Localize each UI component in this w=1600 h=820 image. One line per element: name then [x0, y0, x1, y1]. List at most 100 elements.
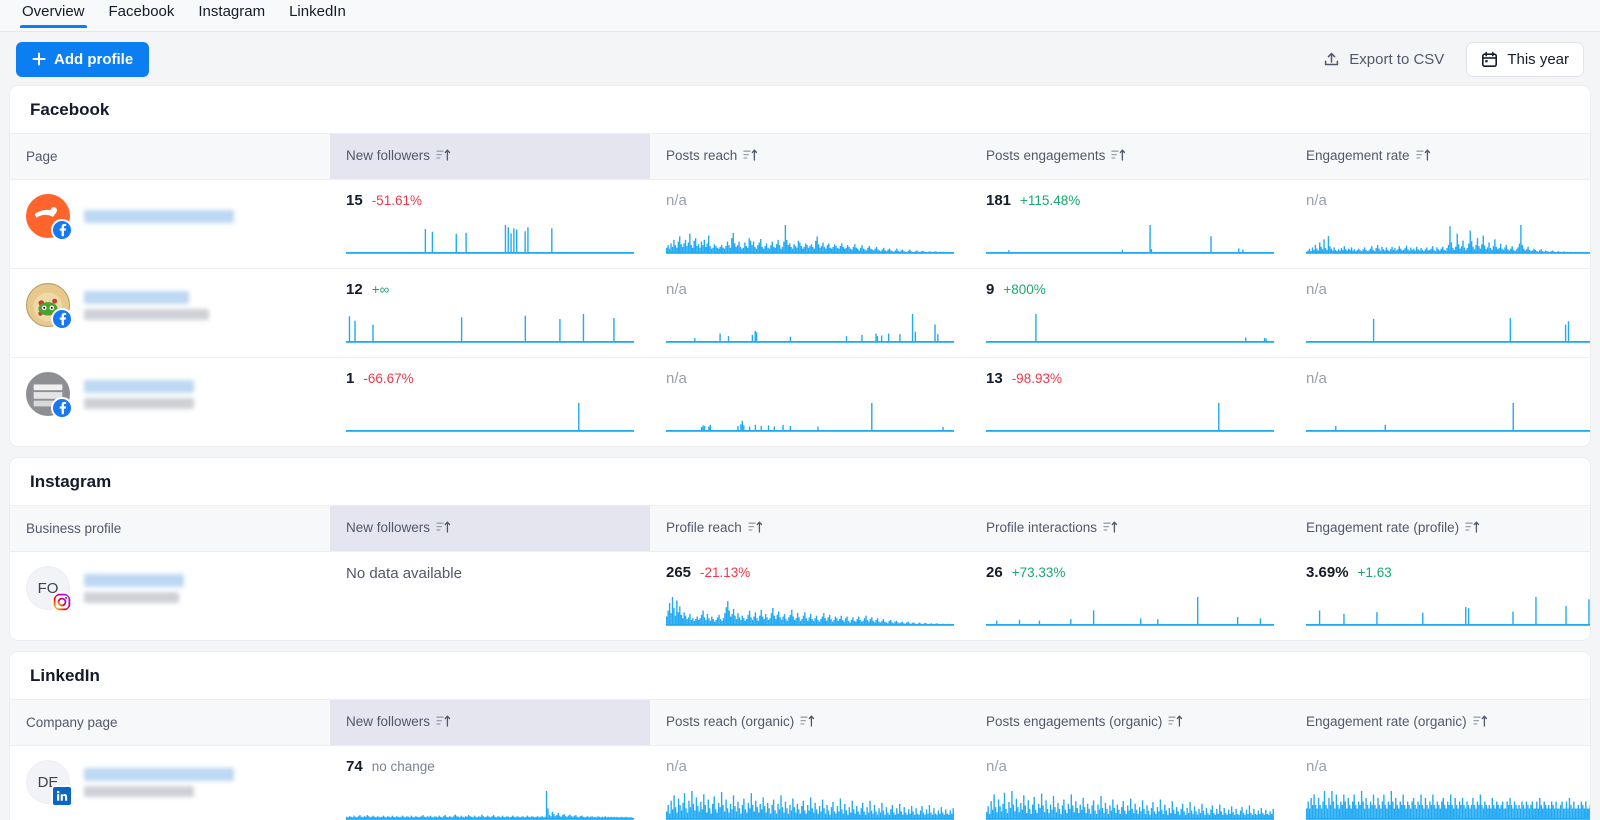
tab-instagram[interactable]: Instagram: [186, 0, 277, 28]
add-profile-button[interactable]: Add profile: [16, 42, 149, 77]
sort-icon[interactable]: [1103, 520, 1118, 537]
sparkline-chart: [346, 311, 634, 345]
avatar-wrapper: DE: [26, 760, 70, 804]
column-header-engagement-rate[interactable]: Engagement rate: [1290, 134, 1590, 180]
avatar-wrapper: [26, 283, 70, 327]
metric-cell: 13 -98.93%: [970, 358, 1290, 447]
sort-icon[interactable]: [1465, 520, 1480, 537]
table-header-row: Business profile New followers Profile rea…: [10, 506, 1590, 552]
sort-icon[interactable]: [436, 714, 451, 731]
export-csv-button[interactable]: Export to CSV: [1317, 43, 1450, 76]
column-header-new-followers[interactable]: New followers: [330, 700, 650, 746]
column-header-engagement-rate-organic[interactable]: Engagement rate (organic): [1290, 700, 1590, 746]
column-header-new-followers[interactable]: New followers: [330, 134, 650, 180]
column-header-label: Business profile: [26, 521, 121, 536]
column-header-label: Engagement rate: [1306, 148, 1410, 163]
table-header-row: PageNew followersPosts reachPosts engage…: [10, 134, 1590, 180]
sparkline-chart: [986, 594, 1274, 628]
metrics-table: PageNew followersPosts reachPosts engage…: [10, 134, 1590, 446]
table-row[interactable]: FONo data available265-21.13%26+73.33%3.…: [10, 552, 1590, 641]
sparkline-chart: [1306, 788, 1590, 820]
profile-name: [84, 574, 184, 603]
metric-value: 9: [986, 281, 994, 298]
sections-container: FacebookPageNew followersPosts reachPost…: [0, 86, 1600, 820]
metric-value: 3.69%: [1306, 564, 1349, 581]
profile-name: [84, 210, 234, 223]
card-facebook: FacebookPageNew followersPosts reachPost…: [10, 86, 1590, 446]
sort-icon[interactable]: [748, 520, 763, 537]
profile-cell[interactable]: [10, 269, 330, 358]
redacted-profile-name: [84, 574, 184, 587]
sparkline-chart: [666, 400, 954, 434]
metric-value: n/a: [666, 370, 687, 387]
profile-cell[interactable]: FO: [10, 552, 330, 641]
metric-value: n/a: [666, 758, 687, 775]
redacted-profile-name: [84, 309, 209, 320]
tab-overview[interactable]: Overview: [10, 0, 97, 28]
metric-delta: +115.48%: [1020, 193, 1080, 208]
facebook-badge-icon: [51, 308, 73, 330]
redacted-profile-name: [84, 592, 179, 603]
table-row[interactable]: 15-51.61%n/a181+115.48%n/a: [10, 180, 1590, 269]
sparkline-chart: [986, 311, 1274, 345]
column-header-profile-interactions[interactable]: Profile interactions: [970, 506, 1290, 552]
sparkline-chart: [346, 222, 634, 256]
profile-cell[interactable]: [10, 358, 330, 447]
column-header-label: New followers: [346, 520, 430, 535]
sort-icon[interactable]: [1168, 714, 1183, 731]
column-header-label: Company page: [26, 715, 118, 730]
metric-cell: 1-66.67%: [330, 358, 650, 447]
column-header-posts-reach-organic[interactable]: Posts reach (organic): [650, 700, 970, 746]
profile-cell[interactable]: DE: [10, 746, 330, 820]
column-header-posts-engagements[interactable]: Posts engagements: [970, 134, 1290, 180]
sort-icon[interactable]: [436, 520, 451, 537]
tab-linkedin[interactable]: LinkedIn: [277, 0, 358, 28]
metric-cell: n/a: [650, 358, 970, 447]
column-header-label: Profile interactions: [986, 520, 1097, 535]
no-data-label: No data available: [346, 564, 634, 582]
column-header-company-page: Company page: [10, 700, 330, 746]
metric-value: 12: [346, 281, 363, 298]
metric-cell: No data available: [330, 552, 650, 641]
profile-cell[interactable]: [10, 180, 330, 269]
metric-value: 181: [986, 192, 1011, 209]
sort-icon[interactable]: [800, 714, 815, 731]
plus-icon: [32, 52, 46, 66]
metric-delta: +∞: [372, 282, 390, 297]
sparkline-chart: [986, 222, 1274, 256]
column-header-profile-reach[interactable]: Profile reach: [650, 506, 970, 552]
redacted-profile-name: [84, 291, 189, 304]
table-row[interactable]: DE74no changen/an/an/a: [10, 746, 1590, 820]
sparkline-chart: [1306, 594, 1590, 628]
metric-delta: -98.93%: [1012, 371, 1062, 386]
column-header-posts-engagements-organic[interactable]: Posts engagements (organic): [970, 700, 1290, 746]
sort-icon[interactable]: [743, 148, 758, 165]
export-csv-label: Export to CSV: [1349, 51, 1444, 68]
tab-facebook[interactable]: Facebook: [97, 0, 187, 28]
column-header-label: New followers: [346, 148, 430, 163]
date-range-label: This year: [1507, 51, 1569, 68]
date-range-button[interactable]: This year: [1466, 42, 1584, 77]
column-header-engagement-rate-profile[interactable]: Engagement rate (profile): [1290, 506, 1590, 552]
sort-icon[interactable]: [436, 148, 451, 165]
sort-icon[interactable]: [1473, 714, 1488, 731]
table-row[interactable]: 12+∞n/a9+800%n/a: [10, 269, 1590, 358]
column-header-label: Engagement rate (profile): [1306, 520, 1459, 535]
metric-value: n/a: [666, 281, 687, 298]
facebook-badge-icon: [51, 397, 73, 419]
column-header-posts-reach[interactable]: Posts reach: [650, 134, 970, 180]
add-profile-label: Add profile: [54, 51, 133, 68]
sparkline-chart: [1306, 311, 1590, 345]
metrics-table: Business profile New followers Profile rea…: [10, 506, 1590, 640]
column-header-new-followers[interactable]: New followers: [330, 506, 650, 552]
metric-value: n/a: [1306, 758, 1327, 775]
calendar-icon: [1481, 51, 1498, 68]
sort-icon[interactable]: [1416, 148, 1431, 165]
card-instagram: InstagramBusiness profileNew followersPr…: [10, 458, 1590, 640]
metric-value: 13: [986, 370, 1003, 387]
table-row[interactable]: 1-66.67%n/a13-98.93%n/a: [10, 358, 1590, 447]
sort-icon[interactable]: [1111, 148, 1126, 165]
metric-value: 26: [986, 564, 1003, 581]
column-header-label: Posts reach (organic): [666, 714, 794, 729]
avatar-wrapper: [26, 194, 70, 238]
